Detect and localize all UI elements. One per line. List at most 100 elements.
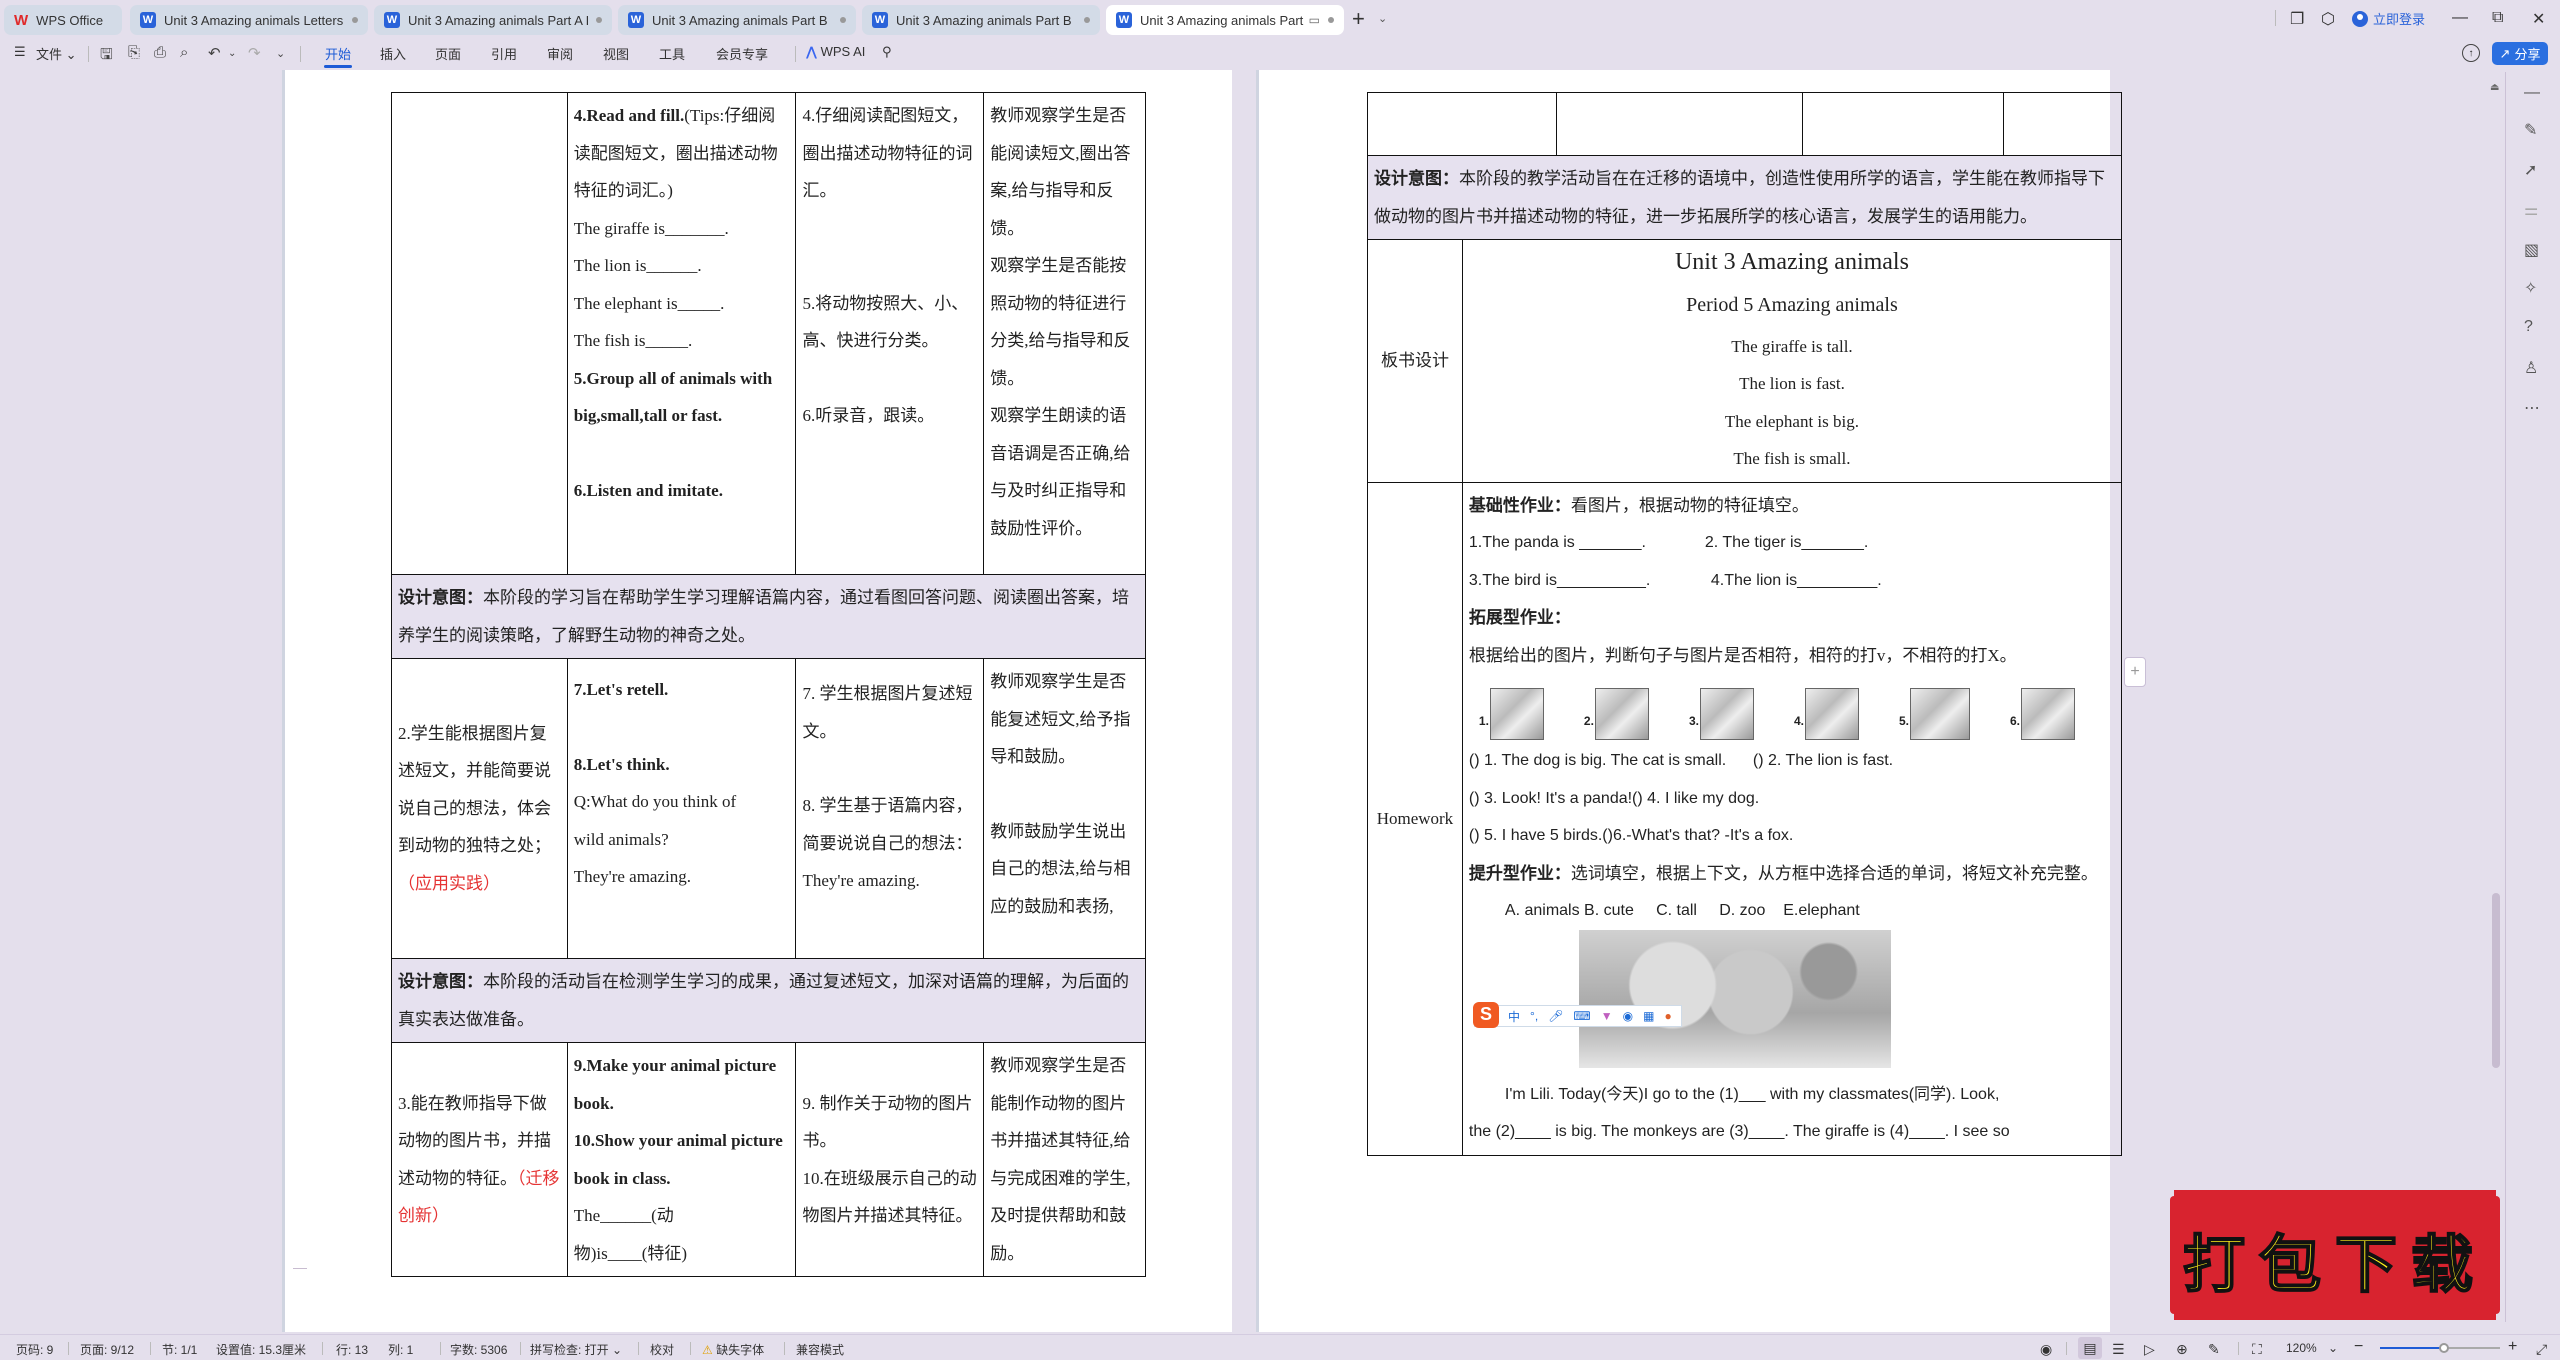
- page-nav-icon[interactable]: ⏏: [2490, 82, 2499, 93]
- shirt-style-icon[interactable]: ♙: [2524, 358, 2538, 378]
- ime-toolbar[interactable]: S 中 °, 🎤︎ ⌨ ▼ ◉ ▦ ●: [1473, 1001, 1682, 1028]
- export-pdf-icon[interactable]: ⎘: [128, 44, 140, 61]
- status-page-code[interactable]: 页码: 9: [16, 1341, 53, 1358]
- plus-icon[interactable]: +: [1352, 6, 1365, 32]
- undo-icon[interactable]: ↶: [208, 44, 221, 62]
- cloud-upload-icon[interactable]: ↑: [2462, 44, 2480, 62]
- tab-document-active[interactable]: W Unit 3 Amazing animals Part ▭: [1106, 5, 1344, 35]
- close-tab-icon[interactable]: [840, 17, 846, 23]
- play-icon[interactable]: ▷: [2144, 1341, 2155, 1358]
- status-section[interactable]: 节: 1/1: [162, 1341, 197, 1358]
- sogou-logo-icon[interactable]: S: [1473, 1001, 1499, 1028]
- minimize-icon[interactable]: —: [2452, 9, 2468, 27]
- status-compat-mode[interactable]: 兼容模式: [796, 1341, 844, 1358]
- share-button[interactable]: ↗ 分享: [2492, 42, 2548, 65]
- status-proofread[interactable]: 校对: [650, 1341, 674, 1358]
- status-missing-font[interactable]: ⚠ 缺失字体: [702, 1341, 764, 1358]
- more-icon[interactable]: ⋯: [2524, 398, 2540, 418]
- tab-document-3[interactable]: W Unit 3 Amazing animals Part B L: [618, 5, 856, 35]
- activity-cell: 9.Make your animal picture book. 10.Show…: [566, 1042, 797, 1277]
- redo-icon[interactable]: ↷: [248, 44, 261, 62]
- eye-protect-icon[interactable]: ◉: [2040, 1341, 2052, 1358]
- objective-tag: （应用实践）: [398, 873, 500, 893]
- magic-tools-icon[interactable]: ✧: [2524, 278, 2537, 298]
- window-layout-icon[interactable]: ❐: [2290, 9, 2304, 29]
- page-view-icon[interactable]: ▤: [2078, 1337, 2102, 1359]
- menu-insert[interactable]: 插入: [380, 44, 406, 63]
- menu-review[interactable]: 审阅: [547, 44, 573, 63]
- write-mode-icon[interactable]: ✎: [2208, 1341, 2220, 1358]
- zoom-slider-handle[interactable]: [2438, 1343, 2449, 1353]
- keyboard-icon[interactable]: ⌨: [1573, 1009, 1590, 1023]
- cube-icon[interactable]: ⬡: [2321, 9, 2335, 29]
- menu-references[interactable]: 引用: [491, 44, 517, 63]
- table-row: 4.Read and fill.(Tips:仔细阅读配图短文，圈出描述动物特征的…: [391, 92, 1146, 575]
- status-word-count[interactable]: 字数: 5306: [450, 1341, 507, 1358]
- zoom-in-icon[interactable]: +: [2508, 1338, 2517, 1356]
- menu-page[interactable]: 页面: [435, 44, 461, 63]
- print-preview-icon[interactable]: ⌕: [180, 44, 188, 61]
- fullscreen-icon[interactable]: ⤢: [2536, 1341, 2547, 1358]
- zoom-slider[interactable]: [2380, 1343, 2500, 1353]
- close-tab-icon[interactable]: [352, 17, 358, 23]
- wps-ai-button[interactable]: ⋀ WPS AI: [806, 44, 865, 60]
- vertical-scrollbar[interactable]: [2492, 893, 2500, 1068]
- document-page-right[interactable]: 设计意图：本阶段的教学活动旨在在迁移的语境中，创造性使用所学的语言，学生能在教师…: [1256, 70, 2123, 1332]
- punctuation-icon[interactable]: °,: [1530, 1009, 1538, 1023]
- close-tab-icon[interactable]: [1084, 17, 1090, 23]
- restore-icon[interactable]: ⧉: [2492, 9, 2503, 27]
- judge-item: () 3. Look! It's a panda!() 4. I like my…: [1468, 789, 1760, 807]
- close-icon[interactable]: ✕: [2532, 9, 2545, 29]
- outline-view-icon[interactable]: ☰: [2112, 1341, 2125, 1358]
- login-button[interactable]: 立即登录: [2352, 9, 2425, 28]
- status-col[interactable]: 列: 1: [388, 1341, 413, 1358]
- basic-item: 3.The bird is__________.: [1468, 571, 1651, 589]
- zoom-dropdown-icon[interactable]: ⌄: [2328, 1341, 2338, 1355]
- homework-type-label: 提升型作业：: [1468, 863, 1571, 883]
- divider: [690, 1342, 691, 1355]
- lesson-table-left: 4.Read and fill.(Tips:仔细阅读配图短文，圈出描述动物特征的…: [391, 92, 1146, 1277]
- adjust-sliders-icon[interactable]: ⚌: [2524, 200, 2538, 220]
- tab-document-1[interactable]: W Unit 3 Amazing animals Letters: [130, 5, 368, 35]
- apps-icon[interactable]: ▦: [1643, 1009, 1654, 1023]
- pen-icon[interactable]: ✎: [2524, 120, 2537, 140]
- mascot-icon[interactable]: ●: [1664, 1009, 1671, 1023]
- web-view-icon[interactable]: ⊕: [2176, 1341, 2188, 1358]
- activity-title: 9.Make your animal picture book.: [573, 1056, 777, 1113]
- help-icon[interactable]: ?: [2524, 318, 2533, 336]
- zoom-level[interactable]: 120%: [2286, 1341, 2317, 1355]
- tab-document-2[interactable]: W Unit 3 Amazing animals Part A L: [374, 5, 612, 35]
- input-mode-toggle[interactable]: 中: [1508, 1008, 1520, 1025]
- tab-document-4[interactable]: W Unit 3 Amazing animals Part B L: [862, 5, 1100, 35]
- zoom-out-icon[interactable]: −: [2354, 1338, 2363, 1356]
- promo-download-badge[interactable]: 打包下载: [2160, 1176, 2510, 1326]
- status-setting[interactable]: 设置值: 15.3厘米: [216, 1341, 306, 1358]
- status-pages[interactable]: 页面: 9/12: [80, 1341, 134, 1358]
- collapse-icon[interactable]: —: [2524, 84, 2540, 102]
- status-spell-check[interactable]: 拼写检查: 打开 ⌄: [530, 1341, 622, 1358]
- add-block-button[interactable]: +: [2124, 657, 2146, 687]
- undo-dropdown-icon[interactable]: ⌄: [228, 48, 236, 59]
- status-row[interactable]: 行: 13: [336, 1341, 368, 1358]
- chevron-down-icon[interactable]: ⌄: [1378, 12, 1387, 25]
- menu-file[interactable]: 文件 ⌄: [36, 44, 77, 63]
- fit-page-icon[interactable]: ⛶: [2252, 1341, 2262, 1358]
- menu-home[interactable]: 开始: [323, 44, 353, 68]
- print-icon[interactable]: ⎙: [154, 44, 166, 61]
- microphone-icon[interactable]: 🎤︎: [1548, 1009, 1563, 1023]
- save-icon[interactable]: 🖫: [100, 44, 113, 69]
- menu-member[interactable]: 会员专享: [716, 44, 768, 63]
- quick-access-dropdown-icon[interactable]: ⌄: [276, 47, 285, 60]
- select-cursor-icon[interactable]: ➚: [2524, 160, 2537, 180]
- tab-wps-home[interactable]: W WPS Office: [4, 5, 122, 35]
- close-tab-icon[interactable]: [596, 17, 602, 23]
- hamburger-icon[interactable]: ☰: [14, 44, 26, 60]
- menu-tools[interactable]: 工具: [659, 44, 685, 63]
- close-tab-icon[interactable]: [1328, 17, 1334, 23]
- menu-view[interactable]: 视图: [603, 44, 629, 63]
- skin-icon[interactable]: ▼: [1601, 1009, 1613, 1023]
- image-tools-icon[interactable]: ▧: [2524, 240, 2539, 260]
- search-icon[interactable]: ⚲: [882, 44, 892, 60]
- game-icon[interactable]: ◉: [1623, 1009, 1633, 1023]
- document-page-left[interactable]: 4.Read and fill.(Tips:仔细阅读配图短文，圈出描述动物特征的…: [282, 70, 1232, 1332]
